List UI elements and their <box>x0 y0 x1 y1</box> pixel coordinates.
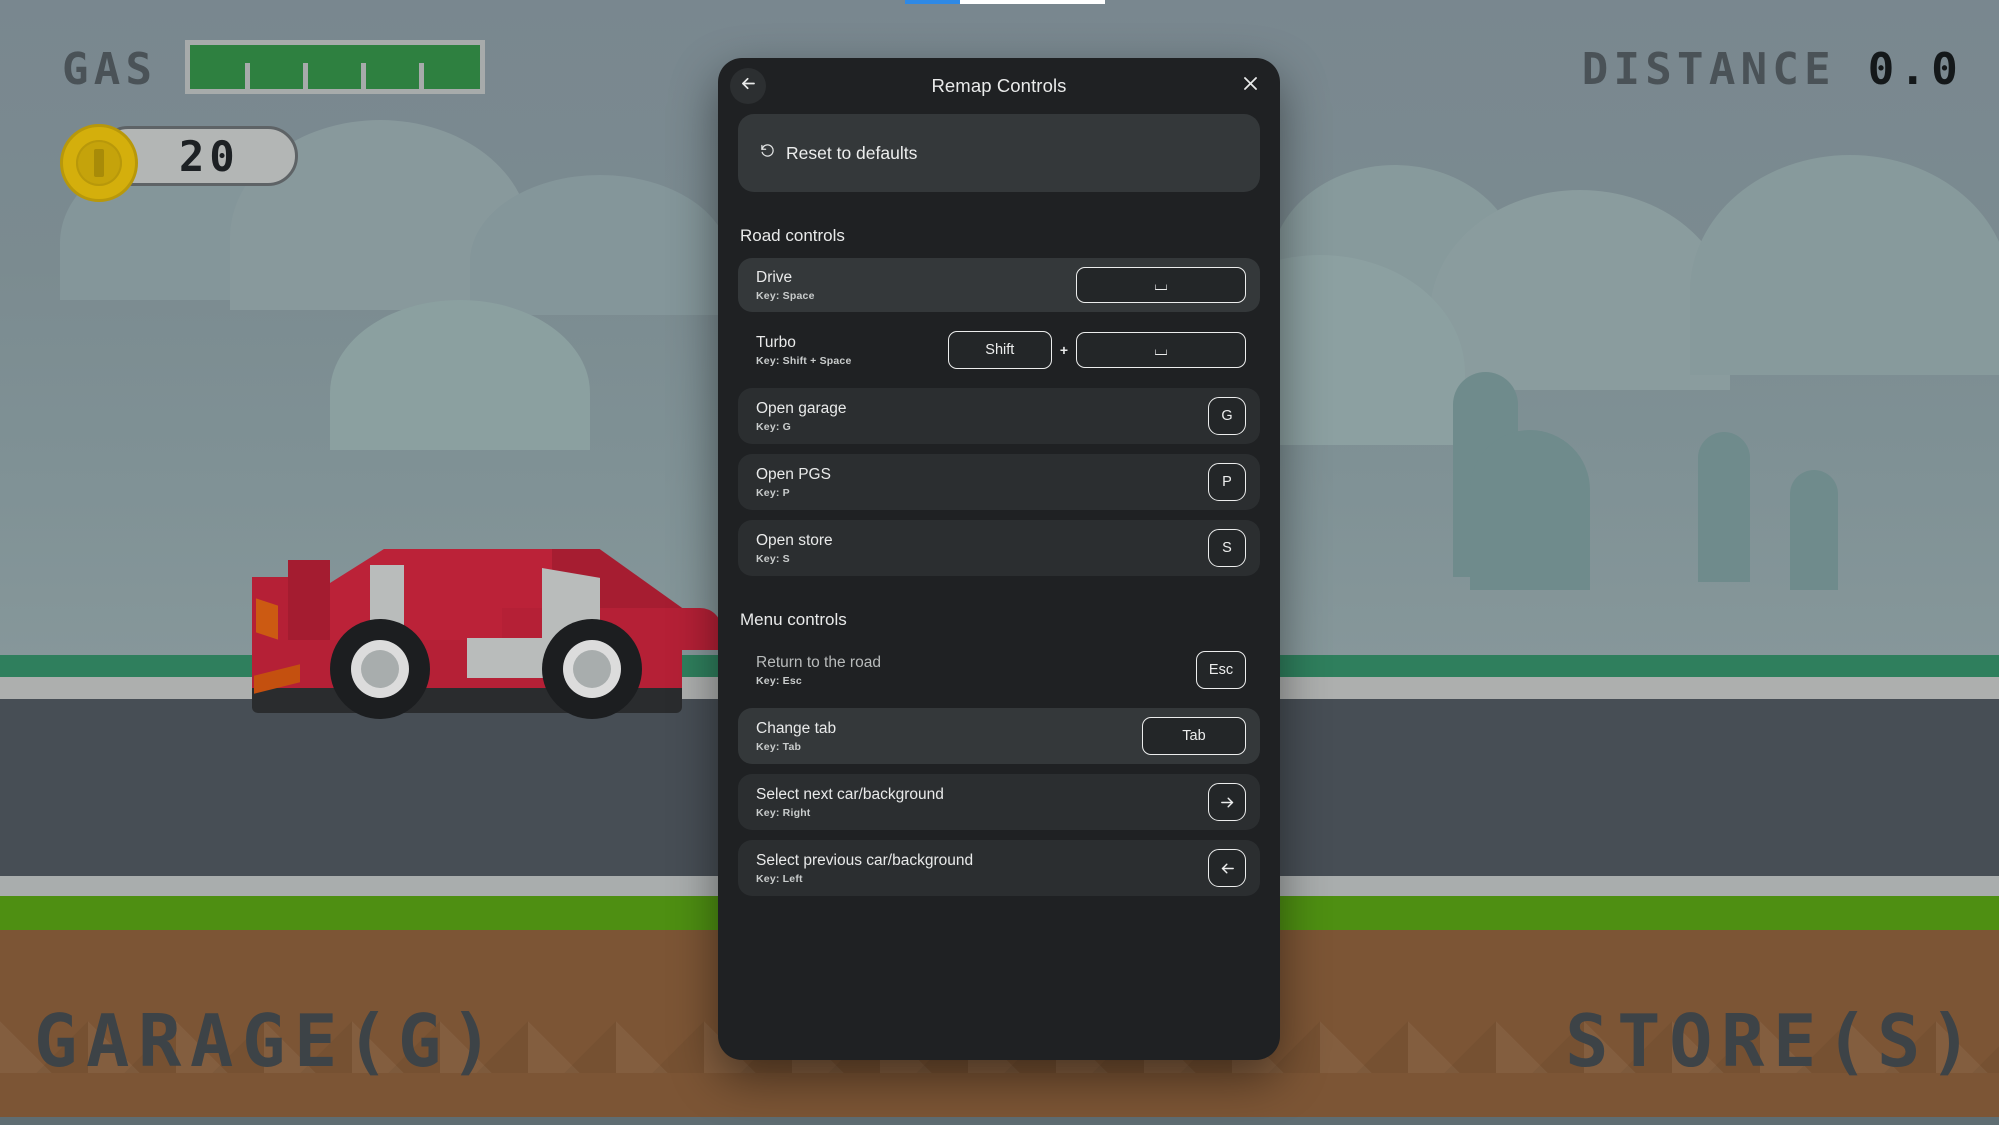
control-keybinding: Key: Space <box>756 290 815 303</box>
control-label: Open PGS <box>756 465 831 483</box>
control-keybinding: Key: S <box>756 553 790 566</box>
screen: GAS 20 DISTANCE 0.0 TAP TO D DOUBLE TAP … <box>0 0 1999 1125</box>
key-space[interactable]: ⌴ <box>1076 332 1246 368</box>
key-combo-plus: + <box>1059 342 1068 358</box>
control-label: Open store <box>756 531 833 549</box>
section-title-road-controls: Road controls <box>740 226 845 245</box>
control-row-return-to-road[interactable]: Return to the road Key: Esc Esc <box>738 642 1260 698</box>
control-keys: ⌴ <box>1076 267 1246 303</box>
key-g[interactable]: G <box>1208 397 1246 435</box>
dialog-body: Reset to defaults Road controls Drive Ke… <box>718 114 1280 1060</box>
control-row-text: Turbo Key: Shift + Space <box>756 333 948 367</box>
arrow-right-icon <box>1219 794 1236 811</box>
control-keys <box>1208 849 1246 887</box>
dialog-header: Remap Controls <box>718 58 1280 114</box>
control-keys <box>1208 783 1246 821</box>
key-tab[interactable]: Tab <box>1142 717 1246 755</box>
control-keys: S <box>1208 529 1246 567</box>
control-label: Select previous car/background <box>756 851 974 869</box>
control-row-open-pgs[interactable]: Open PGS Key: P P <box>738 454 1260 510</box>
remap-controls-dialog: Remap Controls Reset to defaults Road co… <box>718 58 1280 1060</box>
dialog-title: Remap Controls <box>931 75 1067 96</box>
control-row-text: Drive Key: Space <box>756 268 1076 302</box>
control-label: Open garage <box>756 399 847 417</box>
section-title-menu-controls: Menu controls <box>740 610 847 629</box>
control-keybinding: Key: G <box>756 421 792 434</box>
control-label: Turbo <box>756 333 796 351</box>
control-keybinding: Key: P <box>756 487 790 500</box>
control-keys: P <box>1208 463 1246 501</box>
reset-to-defaults-button[interactable]: Reset to defaults <box>738 114 1260 192</box>
control-row-drive[interactable]: Drive Key: Space ⌴ <box>738 258 1260 312</box>
reset-icon <box>760 143 775 163</box>
control-row-open-store[interactable]: Open store Key: S S <box>738 520 1260 576</box>
key-s[interactable]: S <box>1208 529 1246 567</box>
control-row-text: Return to the road Key: Esc <box>756 653 1196 687</box>
reset-to-defaults-label: Reset to defaults <box>786 142 918 163</box>
coin-icon <box>60 124 138 202</box>
control-label: Change tab <box>756 719 837 737</box>
arrow-left-icon <box>739 74 758 98</box>
control-label: Select next car/background <box>756 785 944 803</box>
control-keybinding: Key: Esc <box>756 675 802 688</box>
key-arrow-left[interactable] <box>1208 849 1246 887</box>
key-esc[interactable]: Esc <box>1196 651 1246 689</box>
control-keys: Esc <box>1196 651 1246 689</box>
control-row-turbo[interactable]: Turbo Key: Shift + Space Shift + ⌴ <box>738 322 1260 378</box>
control-label: Return to the road <box>756 653 881 671</box>
control-keys: G <box>1208 397 1246 435</box>
close-icon <box>1241 74 1260 98</box>
control-label: Drive <box>756 268 793 286</box>
control-keys: Shift + ⌴ <box>947 331 1246 369</box>
key-space[interactable]: ⌴ <box>1076 267 1246 303</box>
control-keybinding: Key: Shift + Space <box>756 355 852 368</box>
control-row-text: Open PGS Key: P <box>756 465 1208 499</box>
control-keys: Tab <box>1142 717 1246 755</box>
key-p[interactable]: P <box>1208 463 1246 501</box>
key-shift[interactable]: Shift <box>947 331 1052 369</box>
control-keybinding: Key: Left <box>756 873 803 886</box>
control-row-text: Select next car/background Key: Right <box>756 785 1208 819</box>
control-row-text: Select previous car/background Key: Left <box>756 851 1208 885</box>
control-row-select-previous[interactable]: Select previous car/background Key: Left <box>738 840 1260 896</box>
arrow-left-icon <box>1219 860 1236 877</box>
control-row-text: Open store Key: S <box>756 531 1208 565</box>
control-row-text: Change tab Key: Tab <box>756 719 1142 753</box>
control-row-select-next[interactable]: Select next car/background Key: Right <box>738 774 1260 830</box>
control-row-change-tab[interactable]: Change tab Key: Tab Tab <box>738 708 1260 764</box>
back-button[interactable] <box>730 68 766 104</box>
control-keybinding: Key: Right <box>756 807 811 820</box>
close-button[interactable] <box>1232 68 1268 104</box>
control-row-text: Open garage Key: G <box>756 399 1208 433</box>
control-row-open-garage[interactable]: Open garage Key: G G <box>738 388 1260 444</box>
key-arrow-right[interactable] <box>1208 783 1246 821</box>
control-keybinding: Key: Tab <box>756 741 802 754</box>
